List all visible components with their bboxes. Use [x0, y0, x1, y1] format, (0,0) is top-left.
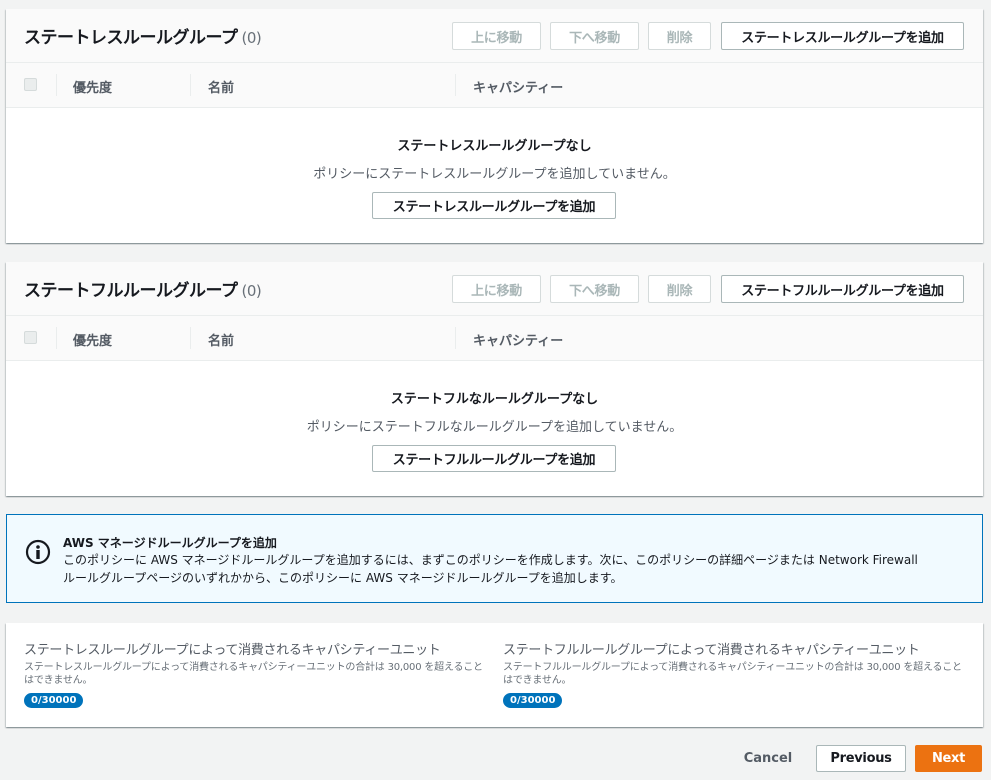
stateful-table-header: 優先度 名前 キャパシティー: [6, 316, 983, 361]
stateless-empty-state: ステートレスルールグループなし ポリシーにステートレスルールグループを追加してい…: [6, 108, 983, 243]
column-capacity[interactable]: キャパシティー: [473, 330, 563, 349]
stateless-rule-groups-panel: ステートレスルールグループ (0) 上に移動 下へ移動 削除 ステートレスルールグ…: [6, 9, 983, 243]
stateful-capacity-label: ステートフルルールグループによって消費されるキャパシティーユニット: [503, 643, 920, 658]
stateful-move-down-button[interactable]: 下へ移動: [550, 275, 639, 303]
info-icon: [25, 539, 51, 565]
stateless-add-button[interactable]: ステートレスルールグループを追加: [721, 22, 964, 50]
stateful-title-text: ステートフルルールグループ: [24, 281, 238, 301]
column-priority[interactable]: 優先度: [73, 77, 112, 96]
cancel-button[interactable]: Cancel: [736, 749, 800, 767]
column-divider: [190, 74, 191, 96]
info-line-1: このポリシーに AWS マネージドルールグループを追加するには、まずこのポリシー…: [63, 553, 918, 567]
column-capacity[interactable]: キャパシティー: [473, 77, 563, 96]
stateless-count: (0): [241, 29, 262, 47]
stateless-move-up-button[interactable]: 上に移動: [452, 22, 541, 50]
stateful-rule-groups-panel: ステートフルルールグループ (0) 上に移動 下へ移動 削除 ステートフルルールグ…: [6, 262, 983, 496]
stateful-panel-header: ステートフルルールグループ (0) 上に移動 下へ移動 削除 ステートフルルールグ…: [6, 262, 983, 316]
column-divider: [56, 74, 57, 96]
next-button[interactable]: Next: [915, 745, 982, 772]
stateful-empty-add-button[interactable]: ステートフルルールグループを追加: [372, 445, 616, 472]
stateless-move-down-button[interactable]: 下へ移動: [550, 22, 639, 50]
stateless-empty-add-button[interactable]: ステートレスルールグループを追加: [372, 192, 616, 219]
stateless-empty-title: ステートレスルールグループなし: [397, 139, 592, 154]
column-divider: [455, 74, 456, 96]
stateless-panel-header: ステートレスルールグループ (0) 上に移動 下へ移動 削除 ステートレスルールグ…: [6, 9, 983, 63]
info-line-2: ルールグループページのいずれかから、このポリシーに AWS マネージドルールグル…: [63, 571, 623, 585]
stateless-title-text: ステートレスルールグループ: [24, 28, 238, 48]
stateless-capacity: ステートレスルールグループによって消費されるキャパシティーユニット ステートレス…: [24, 639, 490, 708]
info-title: AWS マネージドルールグループを追加: [63, 536, 277, 550]
stateful-empty-description: ポリシーにステートフルなルールグループを追加していません。: [306, 420, 683, 435]
stateful-capacity-description: ステートフルルールグループによって消費されるキャパシティーユニットの合計は 30…: [503, 662, 962, 686]
column-priority[interactable]: 優先度: [73, 330, 112, 349]
stateful-capacity: ステートフルルールグループによって消費されるキャパシティーユニット ステートフル…: [503, 639, 969, 708]
column-divider: [56, 327, 57, 349]
stateful-select-all-checkbox[interactable]: [24, 331, 37, 344]
stateless-panel-title: ステートレスルールグループ (0): [24, 23, 262, 48]
stateless-capacity-badge: 0/30000: [24, 693, 84, 708]
stateful-count: (0): [241, 282, 262, 300]
previous-button[interactable]: Previous: [816, 745, 906, 772]
stateless-capacity-label: ステートレスルールグループによって消費されるキャパシティーユニット: [24, 643, 441, 658]
capacity-panel: ステートレスルールグループによって消費されるキャパシティーユニット ステートレス…: [6, 623, 983, 727]
stateful-empty-state: ステートフルなルールグループなし ポリシーにステートフルなルールグループを追加し…: [6, 361, 983, 496]
stateful-delete-button[interactable]: 削除: [648, 275, 711, 303]
stateful-empty-title: ステートフルなルールグループなし: [390, 392, 599, 407]
stateless-capacity-description: ステートレスルールグループによって消費されるキャパシティーユニットの合計は 30…: [24, 662, 483, 686]
column-name[interactable]: 名前: [208, 77, 234, 96]
info-body: このポリシーに AWS マネージドルールグループを追加するには、まずこのポリシー…: [63, 551, 968, 587]
stateless-table-header: 優先度 名前 キャパシティー: [6, 63, 983, 108]
stateful-panel-title: ステートフルルールグループ (0): [24, 276, 262, 301]
stateless-select-all-checkbox[interactable]: [24, 78, 37, 91]
column-divider: [455, 327, 456, 349]
managed-rule-groups-info-alert: AWS マネージドルールグループを追加 このポリシーに AWS マネージドルール…: [6, 514, 983, 603]
column-divider: [190, 327, 191, 349]
stateful-move-up-button[interactable]: 上に移動: [452, 275, 541, 303]
stateful-capacity-badge: 0/30000: [503, 693, 563, 708]
stateful-add-button[interactable]: ステートフルルールグループを追加: [721, 275, 964, 303]
column-name[interactable]: 名前: [208, 330, 234, 349]
stateless-delete-button[interactable]: 削除: [648, 22, 711, 50]
stateless-empty-description: ポリシーにステートレスルールグループを追加していません。: [313, 167, 676, 182]
